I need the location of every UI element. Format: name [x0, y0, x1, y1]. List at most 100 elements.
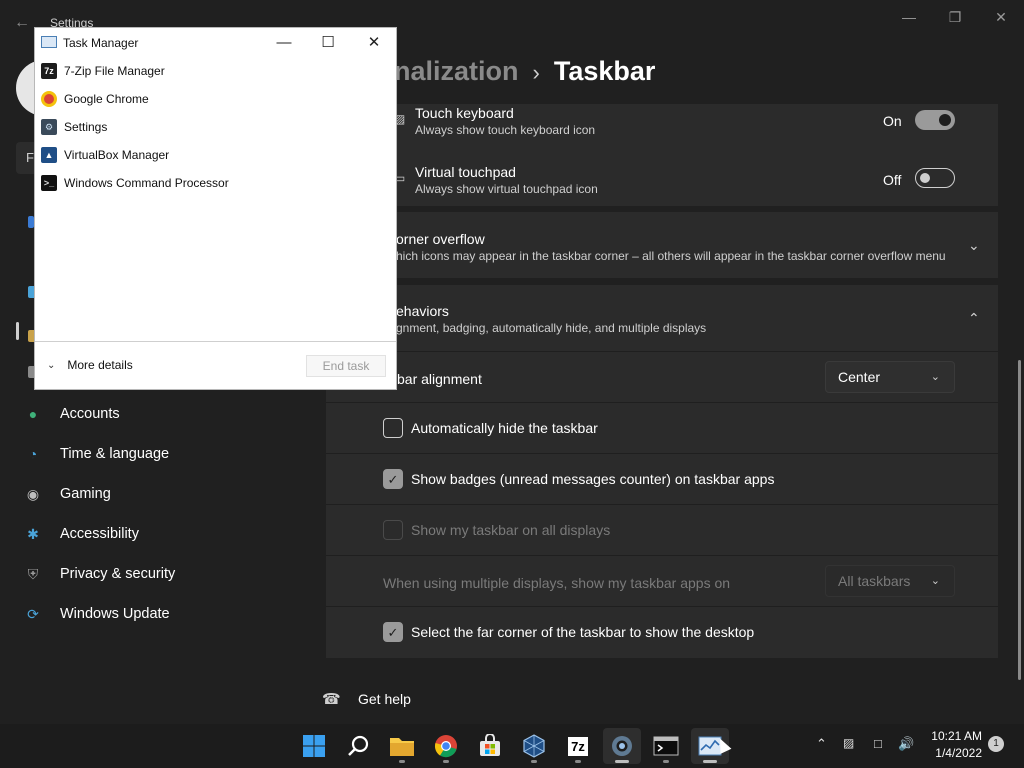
cmd-icon: >_	[41, 175, 57, 191]
virtual-touchpad-toggle[interactable]	[915, 168, 955, 188]
running-indicator	[443, 760, 449, 763]
multi-display-dropdown[interactable]: All taskbars ⌄	[825, 565, 955, 597]
chrome-button[interactable]	[427, 728, 465, 764]
task-item-7zip[interactable]: 7z 7-Zip File Manager	[41, 60, 165, 82]
show-all-displays-label: Show my taskbar on all displays	[411, 522, 611, 538]
7zip-icon: 7z	[568, 736, 588, 756]
running-indicator	[663, 760, 669, 763]
sidebar-item-time-language[interactable]: ◔ Time & language	[24, 436, 314, 472]
corner-overflow-title: orner overflow	[396, 231, 485, 247]
sidebar-item-windows-update[interactable]: ⟳ Windows Update	[24, 596, 314, 632]
touch-keyboard-state: On	[883, 113, 902, 129]
task-item-label: Windows Command Processor	[64, 176, 229, 190]
taskbar-alignment-label: kbar alignment	[390, 371, 482, 387]
task-item-cmd[interactable]: >_ Windows Command Processor	[41, 172, 229, 194]
virtualbox-button[interactable]	[515, 728, 553, 764]
divider	[326, 453, 998, 454]
get-help-link[interactable]: ☎ Get help	[322, 690, 411, 708]
auto-hide-checkbox[interactable]	[383, 418, 403, 438]
show-badges-checkbox[interactable]: ✓	[383, 469, 403, 489]
far-corner-checkbox[interactable]: ✓	[383, 622, 403, 642]
chevron-right-icon: ›	[532, 60, 540, 85]
task-item-label: 7-Zip File Manager	[64, 64, 165, 78]
taskbar-alignment-dropdown[interactable]: Center ⌄	[825, 361, 955, 393]
terminal-icon	[653, 736, 679, 756]
touch-keyboard-toggle[interactable]	[915, 110, 955, 130]
touch-keyboard-title: Touch keyboard	[415, 105, 514, 121]
task-item-chrome[interactable]: Google Chrome	[41, 88, 149, 110]
notification-badge[interactable]: 1	[988, 736, 1004, 752]
show-all-displays-checkbox[interactable]	[383, 520, 403, 540]
keyboard-icon[interactable]: ▨	[843, 736, 854, 750]
chevron-down-icon[interactable]: ⌄	[968, 237, 980, 254]
task-item-settings[interactable]: ⚙ Settings	[41, 116, 107, 138]
behaviors-subtitle: gnment, badging, automatically hide, and…	[396, 321, 707, 335]
gear-icon	[612, 736, 632, 756]
store-button[interactable]	[471, 728, 509, 764]
sidebar-item-privacy-security[interactable]: ⛨ Privacy & security	[24, 556, 314, 592]
7zip-button[interactable]: 7z	[559, 728, 597, 764]
7zip-icon: 7z	[41, 63, 57, 79]
sidebar-item-label: Privacy & security	[60, 566, 176, 582]
minimize-button[interactable]: —	[886, 6, 932, 28]
sidebar-item-label: Windows Update	[60, 606, 170, 622]
more-details-label: More details	[67, 358, 133, 372]
refresh-icon: ⟳	[27, 605, 39, 622]
minimize-button[interactable]: —	[269, 32, 299, 54]
running-indicator	[575, 760, 581, 763]
task-item-label: VirtualBox Manager	[64, 148, 170, 162]
help-icon: ☎	[322, 691, 341, 708]
person-icon: ●	[28, 406, 38, 422]
task-manager-window: Task Manager — ☐ ✕ 7z 7-Zip File Manager…	[34, 27, 397, 390]
globe-clock-icon: ◔	[28, 446, 38, 462]
search-button[interactable]	[339, 728, 377, 764]
more-details-button[interactable]: ⌄ More details	[47, 358, 133, 372]
touch-keyboard-subtitle: Always show touch keyboard icon	[415, 123, 596, 137]
back-arrow-icon[interactable]: ←	[14, 14, 30, 32]
folder-icon	[390, 738, 414, 756]
restore-button[interactable]: ❐	[932, 6, 978, 28]
maximize-button[interactable]: ☐	[313, 32, 343, 54]
nav-selection-indicator	[16, 322, 19, 340]
divider	[326, 555, 998, 556]
breadcrumb-parent[interactable]: nalization	[394, 56, 519, 86]
show-hidden-icons-chevron-icon[interactable]: ⌃	[816, 736, 827, 752]
end-task-button[interactable]: End task	[306, 355, 386, 377]
chrome-icon	[434, 735, 457, 758]
task-item-virtualbox[interactable]: ▲ VirtualBox Manager	[41, 144, 169, 166]
chevron-down-icon: ⌄	[47, 359, 56, 371]
windows-logo-icon	[303, 735, 325, 757]
toggle-knob	[920, 173, 930, 183]
volume-icon[interactable]: 🔊	[898, 736, 914, 752]
virtual-touchpad-state: Off	[883, 172, 902, 188]
running-indicator	[703, 760, 717, 763]
cmd-button[interactable]	[647, 728, 685, 764]
sidebar-item-label: Time & language	[60, 446, 170, 462]
clock[interactable]: 10:21 AM 1/4/2022	[928, 728, 982, 762]
chevron-up-icon[interactable]: ⌃	[968, 310, 980, 327]
divider	[326, 606, 998, 607]
toggle-knob	[939, 114, 951, 126]
search-input[interactable]: F	[16, 142, 36, 174]
divider	[326, 402, 998, 403]
scrollbar[interactable]	[1018, 360, 1021, 680]
divider	[326, 504, 998, 505]
running-indicator	[399, 760, 405, 763]
sidebar-item-accessibility[interactable]: ✱ Accessibility	[24, 516, 314, 552]
search-icon	[348, 735, 369, 756]
gamepad-icon: ◉	[26, 485, 40, 502]
close-button[interactable]: ✕	[978, 6, 1024, 28]
virtualbox-icon: ▲	[41, 147, 57, 163]
close-button[interactable]: ✕	[359, 32, 389, 54]
running-indicator	[531, 760, 537, 763]
sidebar-item-accounts[interactable]: ● Accounts	[24, 396, 314, 432]
start-button[interactable]	[295, 728, 333, 764]
network-icon[interactable]: □	[874, 736, 882, 751]
dropdown-value: All taskbars	[838, 573, 911, 589]
virtualbox-icon	[523, 734, 545, 758]
taskbar: 7z ⌃ ▨ □ 🔊 10:21 AM 1/4/2022	[0, 724, 1024, 768]
file-explorer-button[interactable]	[383, 728, 421, 764]
settings-button[interactable]	[603, 728, 641, 764]
task-item-label: Settings	[64, 120, 108, 134]
sidebar-item-gaming[interactable]: ◉ Gaming	[24, 476, 314, 512]
